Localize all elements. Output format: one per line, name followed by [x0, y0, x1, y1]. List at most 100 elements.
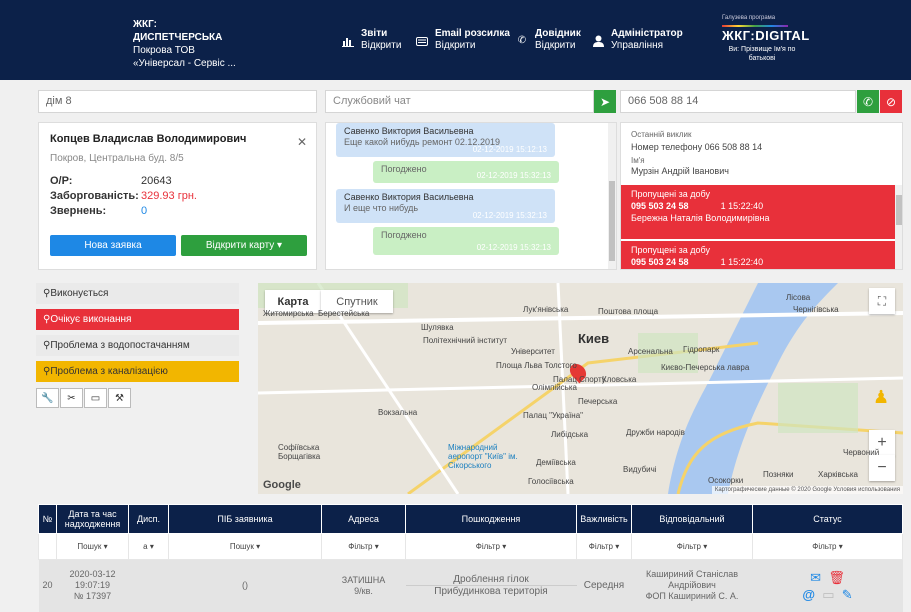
row-responsible: Кашириний Станіслав Андрійович ФОП Каширин…: [631, 559, 753, 612]
at-icon[interactable]: @: [802, 587, 815, 602]
row-damage-area: Прибудинкова територія: [405, 585, 577, 597]
column-header[interactable]: ПІБ заявника: [168, 504, 322, 534]
filter-dropdown[interactable]: Пошук ▾: [56, 533, 129, 560]
nav-directory[interactable]: ✆ Довідник Відкрити: [515, 28, 581, 52]
pegman-icon[interactable]: ♟: [873, 387, 891, 413]
filter-dropdown[interactable]: Фільтр ▾: [752, 533, 903, 560]
map-view[interactable]: Карта Спутник ⛶ ♟ + − Киев Лук'янівська …: [258, 283, 903, 494]
missed-call-item[interactable]: Пропущені за добу 095 503 24 58 1 15:22:4…: [621, 185, 895, 239]
open-card-label: Відкрити карту: [205, 240, 275, 251]
map-label: Університет: [511, 347, 555, 356]
open-card-button[interactable]: Відкрити карту ▾: [181, 235, 307, 256]
column-header[interactable]: Важливість: [576, 504, 632, 534]
current-user[interactable]: Ви: Прізвище Ім'я по батькові: [722, 45, 802, 63]
location-pin-icon: ⚲: [43, 314, 51, 325]
column-header[interactable]: №: [38, 504, 57, 534]
row-responsible-name: Кашириний Станіслав: [645, 569, 739, 580]
column-header[interactable]: Дисп.: [128, 504, 169, 534]
zoom-out-button[interactable]: −: [869, 455, 895, 481]
toolbox-icon[interactable]: ▭: [84, 388, 107, 408]
nav-email-sub: Відкрити: [435, 40, 476, 51]
status-filter-item[interactable]: ⚲ Проблема з каналізацією: [36, 361, 239, 382]
send-icon: ➤: [599, 94, 611, 109]
client-card: Копцев Владислав Володимирович ✕ Покров,…: [38, 122, 317, 270]
calls-scrollbar[interactable]: [895, 185, 902, 269]
chat-author: Савенко Виктория Васильевна: [344, 126, 474, 136]
logo-stripe: [722, 25, 788, 27]
map-label: Осокорки: [708, 476, 744, 485]
account-value: 20643: [141, 175, 172, 187]
hangup-button[interactable]: ⊘: [880, 90, 902, 113]
map-label: Лук'янівська: [523, 305, 569, 314]
map-label: Вокзальна: [378, 408, 418, 417]
status-filter-item[interactable]: ⚲ Проблема з водопостачанням: [36, 335, 239, 356]
map-label: Берестейська: [318, 309, 370, 318]
nav-reports-title: Звіти: [361, 28, 388, 39]
filter-dropdown[interactable]: Фільтр ▾: [405, 533, 577, 560]
row-damage-type: Дроблення гілок: [453, 574, 529, 586]
call-button[interactable]: ✆: [857, 90, 879, 113]
filter-dropdown[interactable]: а ▾: [128, 533, 169, 560]
filter-dropdown[interactable]: Фільтр ▾: [576, 533, 632, 560]
column-header[interactable]: Статус: [752, 504, 903, 534]
filter-dropdown[interactable]: Фільтр ▾: [631, 533, 753, 560]
org-extra: «Універсал - Сервіс ...: [133, 58, 236, 69]
caller-name: Мурзін Андрій Іванович: [631, 166, 729, 176]
fullscreen-icon[interactable]: ⛶: [869, 288, 895, 314]
missed-title: Пропущені за добу: [631, 245, 710, 255]
map-label: Житомирська: [263, 309, 314, 318]
chat-author: Савенко Виктория Васильевна: [344, 192, 474, 202]
google-logo: Google: [263, 479, 301, 491]
calls-scrollbar-thumb[interactable]: [896, 195, 902, 225]
map-label: Арсенальна: [628, 347, 673, 356]
hammer-icon[interactable]: ⚒: [108, 388, 131, 408]
table-row[interactable]: 20 2020-03-12 19:07:19 № 17397 () ЗАТИШНА 9…: [38, 559, 903, 612]
debt-label: Заборгованість:: [50, 190, 139, 202]
wrench-icon[interactable]: 🔧: [36, 388, 59, 408]
map-label: Міжнародний аеропорт "Київ" ім. Сікорськ…: [448, 443, 518, 470]
block-icon: ⊘: [885, 94, 897, 109]
nav-admin[interactable]: Адміністратор Управління: [591, 28, 683, 52]
map-attribution: Картографические данные © 2020 Google Ус…: [711, 486, 903, 494]
nav-email[interactable]: Email розсилка Відкрити: [415, 28, 510, 52]
nav-reports[interactable]: Звіти Відкрити: [341, 28, 401, 52]
status-filter-label: Очікує виконання: [50, 314, 132, 325]
mail-icon[interactable]: ✉: [810, 570, 821, 585]
chat-input[interactable]: Службовий чат: [325, 90, 594, 113]
requests-label: Звернень:: [50, 205, 107, 217]
chat-scrollbar[interactable]: [608, 123, 616, 269]
tools-icon[interactable]: ✂: [60, 388, 83, 408]
edit-icon[interactable]: ✎: [842, 587, 853, 602]
map-label: Києво-Печерська лавра: [661, 363, 750, 372]
row-date: 2020-03-12 19:07:19 № 17397: [56, 559, 129, 612]
map-label: Позняки: [763, 470, 794, 479]
new-request-button[interactable]: Нова заявка: [50, 235, 176, 256]
row-address-street: ЗАТИШНА: [341, 574, 386, 585]
filter-dropdown[interactable]: Пошук ▾: [168, 533, 322, 560]
logo-program: Галузева програма: [722, 15, 776, 21]
send-button[interactable]: ➤: [594, 90, 616, 113]
status-filter-item[interactable]: ⚲ Виконується: [36, 283, 239, 304]
tool-buttons: 🔧 ✂ ▭ ⚒: [36, 388, 132, 408]
chat-time: 02-12-2019 15:32:13: [476, 243, 551, 252]
filter-dropdown[interactable]: Фільтр ▾: [321, 533, 406, 560]
column-header[interactable]: Адреса: [321, 504, 406, 534]
map-label: Либідська: [551, 430, 589, 439]
trash-icon[interactable]: 🗑: [828, 570, 845, 585]
column-header[interactable]: Відповідальний: [631, 504, 753, 534]
row-date-time: 19:07:19: [74, 580, 111, 591]
house-search-input[interactable]: дім 8: [38, 90, 317, 113]
missed-name: Бережна Наталія Володимирівна: [631, 213, 770, 223]
column-header[interactable]: Дата та час надходження: [56, 504, 129, 534]
column-header[interactable]: Пошкодження: [405, 504, 577, 534]
close-icon[interactable]: ✕: [297, 135, 307, 149]
status-filter-label: Проблема з водопостачанням: [50, 340, 190, 351]
phone-input[interactable]: 066 508 88 14: [620, 90, 856, 113]
chat-message-in: Савенко Виктория Васильевна И еще что ни…: [336, 189, 555, 223]
comment-icon[interactable]: ▭: [822, 587, 834, 602]
user-icon: [591, 34, 605, 48]
status-filter-item[interactable]: ⚲ Очікує виконання: [36, 309, 239, 330]
chat-scrollbar-thumb[interactable]: [609, 181, 615, 261]
missed-call-item[interactable]: Пропущені за добу 095 503 24 58 1 15:22:4…: [621, 241, 895, 269]
map-label: Голосіївська: [528, 477, 574, 486]
